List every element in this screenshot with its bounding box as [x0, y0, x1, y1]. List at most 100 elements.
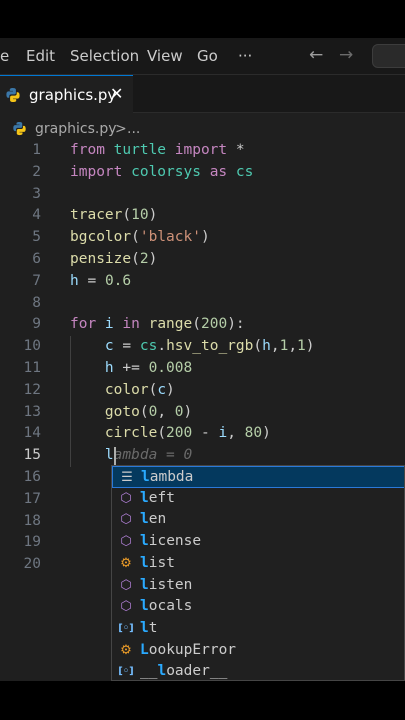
- breadcrumb-file[interactable]: graphics.py: [35, 121, 116, 137]
- python-icon: [6, 88, 20, 102]
- code-token: for: [70, 316, 105, 333]
- editor-window: e Edit Selection View Go ··· ← → graphic…: [0, 38, 405, 681]
- code-token: ):: [227, 316, 245, 333]
- suggestion-item[interactable]: ⚙ list: [112, 553, 404, 575]
- arrow-right-icon[interactable]: →: [339, 45, 353, 65]
- breadcrumb-more[interactable]: ...: [127, 121, 140, 137]
- code-line[interactable]: h += 0.008: [70, 358, 192, 380]
- code-token: from: [70, 142, 114, 158]
- line-number: 2: [32, 163, 41, 180]
- code-line[interactable]: color(c): [70, 380, 175, 402]
- menu-edit[interactable]: Edit: [26, 47, 55, 65]
- code-line[interactable]: goto(0, 0): [70, 402, 192, 424]
- autocomplete-list[interactable]: ☰ lambda ⬡ left ⬡ len ⬡ license ⚙ list ⬡ listen ⬡ loc…: [111, 465, 405, 681]
- menu-file[interactable]: e: [0, 47, 9, 65]
- suggestion-label: locals: [140, 598, 193, 615]
- function-icon: ⬡: [120, 490, 132, 506]
- breadcrumb: graphics.py > ...: [0, 114, 405, 142]
- code-token: 2: [139, 251, 149, 267]
- menu-more[interactable]: ···: [238, 47, 252, 65]
- suggestion-item[interactable]: ☰ lambda: [112, 466, 404, 488]
- code-token: range: [148, 316, 193, 333]
- code-token: (: [192, 316, 201, 333]
- code-token: 0: [174, 403, 184, 420]
- code-line[interactable]: circle(200 - i, 80): [70, 423, 271, 445]
- tab-bar: graphics.py ✕: [0, 75, 405, 113]
- code-line[interactable]: c = cs.hsv_to_rgb(h,1,1): [70, 336, 315, 358]
- code-token: 0.008: [148, 360, 193, 376]
- code-token: (: [139, 403, 149, 420]
- command-center-search[interactable]: [372, 44, 405, 68]
- code-token: color: [104, 381, 149, 398]
- code-line[interactable]: for i in range(200):: [70, 314, 245, 336]
- code-line[interactable]: lambda = 0: [70, 445, 192, 467]
- class-icon: ⚙: [120, 555, 132, 571]
- line-number: 14: [23, 425, 41, 442]
- line-number: 1: [32, 142, 41, 158]
- code-token: ,: [227, 425, 245, 442]
- arrow-left-icon[interactable]: ←: [309, 45, 323, 65]
- code-token: import: [174, 142, 236, 158]
- code-token: ): [166, 381, 175, 398]
- tab-label: graphics.py: [29, 86, 117, 104]
- line-number: 8: [32, 294, 41, 311]
- code-token: ): [305, 338, 315, 355]
- code-token: 0.6: [104, 272, 132, 289]
- code-token: ,: [270, 338, 280, 355]
- suggestion-item[interactable]: [◦] lt: [112, 618, 404, 640]
- code-token: ): [148, 207, 158, 224]
- line-number: 10: [23, 338, 41, 355]
- line-number: 9: [32, 316, 41, 333]
- code-line[interactable]: bgcolor('black'): [70, 227, 210, 249]
- code-token: (: [148, 381, 158, 398]
- code-line[interactable]: h = 0.6: [70, 271, 131, 293]
- line-number: 17: [23, 490, 41, 507]
- menu-selection[interactable]: Selection: [70, 47, 139, 65]
- code-token: (: [157, 425, 167, 442]
- code-token: as: [209, 163, 236, 180]
- suggestion-label: len: [140, 511, 167, 528]
- suggestion-item[interactable]: ⬡ listen: [112, 575, 404, 597]
- close-icon[interactable]: ✕: [110, 84, 123, 103]
- chevron-right-icon: >: [115, 121, 127, 137]
- suggestion-label: LookupError: [140, 641, 237, 658]
- tab-graphics-py[interactable]: graphics.py ✕: [0, 75, 133, 113]
- code-token: l: [104, 447, 114, 464]
- code-line[interactable]: pensize(2): [70, 249, 157, 271]
- code-token: 200: [200, 316, 228, 333]
- code-token: ): [200, 229, 210, 246]
- code-token: +=: [113, 360, 149, 376]
- function-icon: ⬡: [120, 599, 132, 615]
- suggestion-item[interactable]: ⬡ license: [112, 531, 404, 553]
- suggestion-item[interactable]: ⬡ left: [112, 488, 404, 510]
- code-token: circle: [104, 425, 158, 442]
- suggestion-item[interactable]: ⬡ len: [112, 509, 404, 531]
- code-line[interactable]: import colorsys as cs: [70, 162, 253, 184]
- code-token: goto: [104, 403, 140, 420]
- code-token: cs: [235, 163, 254, 180]
- code-line[interactable]: from turtle import *: [70, 140, 245, 162]
- code-line[interactable]: tracer(10): [70, 205, 157, 227]
- code-token: ,: [157, 403, 175, 420]
- code-token: 10: [131, 207, 149, 224]
- variable-icon: [◦]: [118, 622, 134, 634]
- code-token: ): [262, 425, 271, 442]
- suggestion-item[interactable]: [◦] __loader__: [112, 661, 404, 680]
- code-token: (: [131, 251, 140, 267]
- suggestion-item[interactable]: ⚙ LookupError: [112, 640, 404, 662]
- code-token: cs: [139, 338, 158, 355]
- line-number: 20: [23, 556, 41, 573]
- variable-icon: [◦]: [118, 666, 134, 678]
- suggestion-item[interactable]: ⬡ locals: [112, 596, 404, 618]
- indent-guide: [70, 336, 71, 467]
- code-token: 'black': [139, 229, 201, 246]
- menu-view[interactable]: View: [147, 47, 183, 65]
- suggestion-label: listen: [140, 576, 193, 593]
- code-token: pensize: [70, 251, 132, 267]
- code-token: in: [122, 316, 149, 333]
- menu-go[interactable]: Go: [197, 47, 218, 65]
- code-token: ): [183, 403, 193, 420]
